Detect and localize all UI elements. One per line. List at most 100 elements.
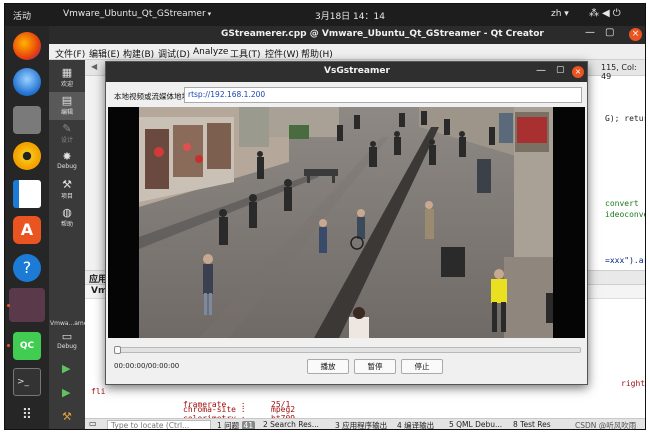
mode-projects[interactable]: ⚒ 项目 xyxy=(49,176,85,204)
mode-help[interactable]: ◍ 帮助 xyxy=(49,204,85,232)
video-display[interactable] xyxy=(108,107,585,338)
edit-icon: ▤ xyxy=(61,94,73,107)
software-center-icon[interactable]: A xyxy=(13,216,41,244)
window-title: GStreamerer.cpp @ Vmware_Ubuntu_Qt_GStre… xyxy=(221,29,544,39)
pause-button[interactable]: 暂停 xyxy=(354,359,396,374)
tab-qml-debugger[interactable]: 5 QML Debu... xyxy=(449,420,502,429)
grid-icon: ▦ xyxy=(61,66,73,79)
menu-tools[interactable]: 工具(T) xyxy=(230,47,261,60)
output-line: right- xyxy=(621,379,646,388)
output-line: fli xyxy=(91,387,106,396)
design-icon: ✎ xyxy=(62,122,72,135)
output-value: 25/1 xyxy=(271,400,291,409)
help-icon: ◍ xyxy=(62,206,72,219)
back-icon[interactable]: ◀ xyxy=(91,62,97,71)
kit-selector-label[interactable]: Vmwa...amer xyxy=(50,320,90,327)
tab-search-results[interactable]: 2 Search Res... xyxy=(263,420,319,429)
mode-design[interactable]: ✎ 设计 xyxy=(49,120,85,148)
mode-label: Debug xyxy=(57,163,77,170)
kit-selector[interactable]: ▭ Debug xyxy=(49,328,85,356)
tab-issues-label: 1 问题 xyxy=(217,421,240,430)
menu-edit[interactable]: 编辑(E) xyxy=(89,47,120,60)
show-apps-icon[interactable]: ⠿ xyxy=(13,402,41,429)
line-gutter xyxy=(85,76,107,270)
power-icon: ⏻ xyxy=(612,8,624,19)
running-indicator xyxy=(7,304,10,307)
street-scene-image xyxy=(139,107,553,338)
bug-icon: ✸ xyxy=(62,150,72,163)
app-menu-label: Vmware_Ubuntu_Qt_GStreamer xyxy=(63,9,206,19)
qtcreator-titlebar: GStreamerer.cpp @ Vmware_Ubuntu_Qt_GStre… xyxy=(49,26,645,44)
menu-analyze[interactable]: Analyze xyxy=(193,47,228,57)
watermark: CSDN @听风吹雨 xyxy=(575,421,637,430)
vsgstreamer-dialog: VsGstreamer — ▢ × 本地视频或流媒体地址: rtsp://192… xyxy=(105,61,588,385)
activities-button[interactable]: 活动 xyxy=(13,9,31,22)
network-icon: ⁂ xyxy=(589,8,602,19)
vmware-app-icon[interactable] xyxy=(9,288,45,322)
minimize-icon[interactable]: — xyxy=(536,65,546,76)
play-button[interactable]: 播放 xyxy=(307,359,349,374)
system-top-bar: 活动 Vmware_Ubuntu_Qt_GStreamer ▾ 3月18日 14：… xyxy=(5,4,645,26)
status-bar: ▭ Type to locate (Ctrl... 1 问题 41 2 Sear… xyxy=(85,418,645,430)
code-line: convert ! g xyxy=(605,199,645,208)
stop-button[interactable]: 停止 xyxy=(401,359,443,374)
cursor-position: 115, Col: 49 xyxy=(601,63,637,81)
writer-icon[interactable] xyxy=(13,180,41,208)
code-line: =xxx").arg xyxy=(605,256,645,265)
menu-widgets[interactable]: 控件(W) xyxy=(265,47,299,60)
sidebar-toggle-icon[interactable]: ▭ xyxy=(89,419,97,428)
mode-debug[interactable]: ✸ Debug xyxy=(49,148,85,176)
monitor-icon: ▭ xyxy=(61,330,73,343)
tab-issues[interactable]: 1 问题 41 xyxy=(217,420,256,430)
url-input[interactable]: rtsp://192.168.1.200 xyxy=(184,87,582,103)
ubuntu-dock: A ? QC >_ ⠿ xyxy=(5,26,49,429)
menu-build[interactable]: 构建(B) xyxy=(123,47,154,60)
screen: 活动 Vmware_Ubuntu_Qt_GStreamer ▾ 3月18日 14：… xyxy=(4,3,646,430)
dialog-title: VsGstreamer xyxy=(324,66,390,76)
tab-test-results[interactable]: 8 Test Res xyxy=(513,420,551,429)
clock[interactable]: 3月18日 14：14 xyxy=(315,9,385,22)
help-icon[interactable]: ? xyxy=(13,254,41,282)
close-icon[interactable]: × xyxy=(629,28,642,41)
qtcreator-icon[interactable]: QC xyxy=(13,332,41,360)
volume-icon: ◀ xyxy=(602,8,613,19)
url-label: 本地视频或流媒体地址: xyxy=(114,92,192,101)
tab-compile-output[interactable]: 4 编译输出 xyxy=(397,420,434,429)
mode-edit[interactable]: ▤ 编辑 xyxy=(49,92,85,120)
wrench-icon: ⚒ xyxy=(62,178,72,191)
debug-run-icon[interactable]: ▶ xyxy=(62,386,70,399)
menu-bar: 文件(F) 编辑(E) 构建(B) 调试(D) Analyze 工具(T) 控件… xyxy=(49,44,645,60)
tab-application-output[interactable]: 3 应用程序输出 xyxy=(335,420,387,429)
menu-help[interactable]: 帮助(H) xyxy=(301,47,333,60)
slider-handle[interactable] xyxy=(114,346,121,354)
input-method-indicator[interactable]: zh ▾ xyxy=(551,9,569,19)
window-controls[interactable]: —▢ xyxy=(585,27,624,38)
mode-label: 帮助 xyxy=(60,221,73,228)
playback-progress-slider[interactable] xyxy=(114,346,581,354)
files-icon[interactable] xyxy=(13,106,41,134)
maximize-icon[interactable]: ▢ xyxy=(556,65,565,75)
rhythmbox-icon[interactable] xyxy=(13,142,41,170)
mode-label: 欢迎 xyxy=(60,81,73,88)
mode-welcome[interactable]: ▦ 欢迎 xyxy=(49,64,85,92)
dialog-titlebar[interactable]: VsGstreamer — ▢ × xyxy=(106,62,587,82)
mode-label: 项目 xyxy=(60,193,73,200)
close-icon[interactable]: × xyxy=(572,66,584,78)
run-icon[interactable]: ▶ xyxy=(62,362,70,375)
code-line: G); return xyxy=(605,114,645,123)
thunderbird-icon[interactable] xyxy=(13,68,41,96)
running-indicator xyxy=(7,344,10,347)
firefox-icon[interactable] xyxy=(13,32,41,60)
input-method-label: zh xyxy=(551,9,562,19)
locator-input[interactable]: Type to locate (Ctrl... xyxy=(107,420,211,429)
system-tray[interactable]: ⁂◀⏻ xyxy=(589,8,624,19)
issues-badge: 41 xyxy=(241,421,256,430)
menu-debug[interactable]: 调试(D) xyxy=(158,47,190,60)
app-menu[interactable]: Vmware_Ubuntu_Qt_GStreamer ▾ xyxy=(63,9,211,19)
chevron-down-icon: ▾ xyxy=(207,10,212,18)
mode-selector: ▦ 欢迎 ▤ 编辑 ✎ 设计 ✸ Debug ⚒ 项目 ◍ 帮助 Vmwa...amer ▭… xyxy=(49,60,90,429)
build-icon[interactable]: ⚒ xyxy=(62,410,72,423)
terminal-icon[interactable]: >_ xyxy=(13,368,41,396)
mode-label: 设计 xyxy=(60,137,73,144)
menu-file[interactable]: 文件(F) xyxy=(55,47,85,60)
